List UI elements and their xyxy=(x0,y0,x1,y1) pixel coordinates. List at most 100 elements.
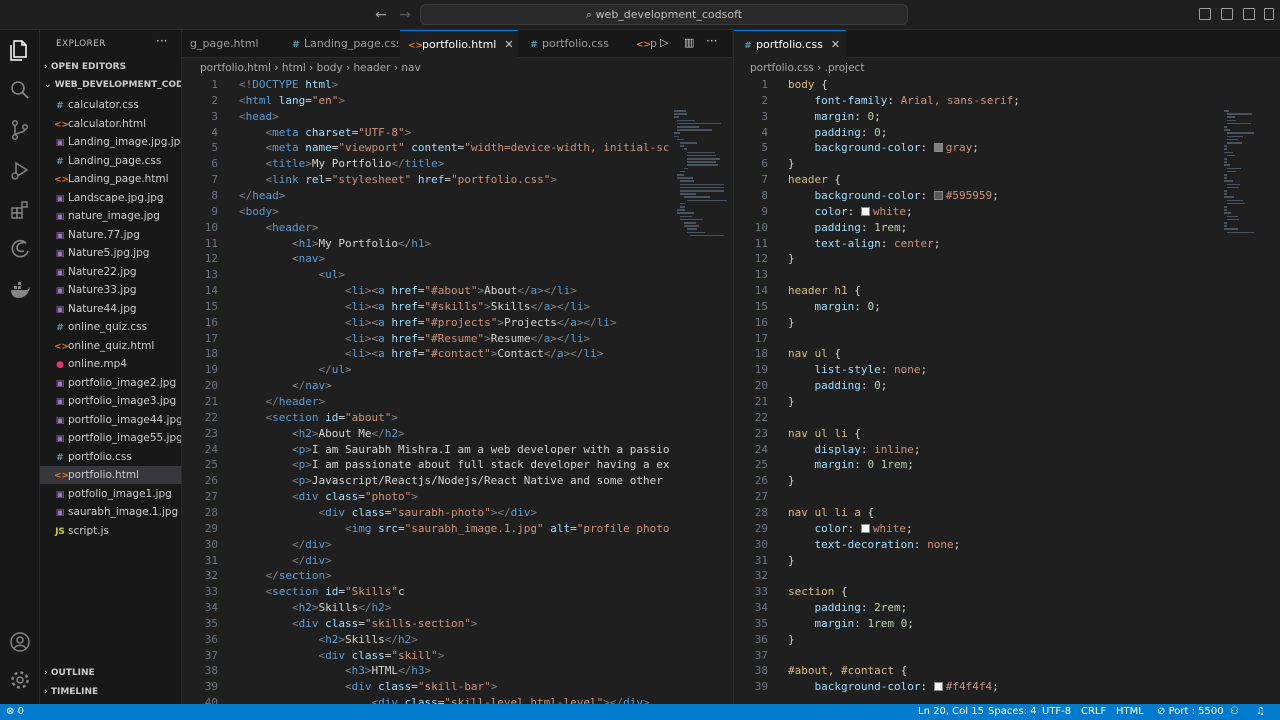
code-line: } xyxy=(788,553,795,567)
settings-gear-icon[interactable] xyxy=(8,668,32,692)
minimap[interactable] xyxy=(1220,77,1280,704)
breadcrumb-item[interactable]: html xyxy=(282,62,306,74)
notifications-bell-icon[interactable]: ♫ xyxy=(1256,704,1265,720)
breadcrumb-item[interactable]: body xyxy=(317,62,343,74)
file-item[interactable]: <>online_quiz.html xyxy=(40,337,181,355)
minimap[interactable] xyxy=(670,77,732,704)
file-item[interactable]: <>Landing_page.html xyxy=(40,170,181,188)
language-mode[interactable]: HTML xyxy=(1116,704,1144,720)
file-item[interactable]: ▣ Landing_image.jpg.jpg xyxy=(40,133,181,151)
minimap-line xyxy=(683,148,687,150)
back-arrow-icon[interactable]: ← xyxy=(372,6,390,24)
docker-icon[interactable] xyxy=(8,278,32,302)
file-item[interactable]: # calculator.css xyxy=(40,96,181,114)
file-item[interactable]: <>calculator.html xyxy=(40,115,181,133)
toggle-secondary-sidebar-icon[interactable] xyxy=(1243,8,1255,20)
accounts-icon[interactable] xyxy=(8,630,32,654)
file-item[interactable]: JS script.js xyxy=(40,522,181,540)
explorer-icon[interactable] xyxy=(8,38,32,62)
file-item[interactable]: # online_quiz.css xyxy=(40,318,181,336)
toggle-panel-icon[interactable] xyxy=(1221,8,1233,20)
line-ending[interactable]: CRLF xyxy=(1081,704,1106,720)
timeline-section[interactable]: › TIMELINE xyxy=(44,687,98,697)
file-item[interactable]: ▣ Nature.77.jpg xyxy=(40,226,181,244)
code-line: #about, #contact { xyxy=(788,664,908,678)
color-swatch[interactable] xyxy=(933,190,943,200)
file-item[interactable]: ▣ portfolio_image3.jpg xyxy=(40,392,181,410)
breadcrumb-item[interactable]: portfolio.css xyxy=(750,62,814,74)
customize-layout-icon[interactable] xyxy=(1264,8,1274,20)
color-swatch[interactable] xyxy=(933,143,943,153)
file-item[interactable]: ▣ Nature44.jpg xyxy=(40,300,181,318)
copilot-icon[interactable]: ⚇ xyxy=(1230,704,1239,720)
minimap-line xyxy=(680,193,696,195)
code-line: <h3>HTML</h3> xyxy=(344,664,432,678)
file-item[interactable]: # Landing_page.css xyxy=(40,152,181,170)
indentation[interactable]: Spaces: 4 xyxy=(988,704,1037,720)
file-item[interactable]: ▣ potfolio_image1.jpg xyxy=(40,485,181,503)
css-code-editor[interactable]: 1 body {2 font-family: Arial, sans-serif;… xyxy=(734,77,1214,704)
file-item[interactable]: ▣ Nature5.jpg.jpg xyxy=(40,244,181,262)
open-editors-section[interactable]: › OPEN EDITORS xyxy=(44,62,126,72)
line-number: 12 xyxy=(204,252,218,266)
breadcrumb-item[interactable]: nav xyxy=(401,62,420,74)
editor-tab[interactable]: <>portfolio.html ✕ xyxy=(400,30,518,58)
file-item[interactable]: ▣ portfolio_image44.jpg xyxy=(40,411,181,429)
color-swatch[interactable] xyxy=(860,206,870,216)
file-name: portfolio.html xyxy=(68,469,139,481)
forward-arrow-icon[interactable]: → xyxy=(396,6,414,24)
minimap-line xyxy=(680,170,686,173)
encoding[interactable]: UTF-8 xyxy=(1042,704,1071,720)
file-name: Nature.77.jpg xyxy=(68,228,140,241)
more-actions-icon[interactable]: ··· xyxy=(706,34,717,48)
file-item[interactable]: ▣ saurabh_image.1.jpg xyxy=(40,503,181,521)
live-server-port[interactable]: ⊘ Port : 5500 xyxy=(1157,704,1224,720)
file-item[interactable]: ▣ portfolio_image2.jpg xyxy=(40,374,181,392)
command-center-search[interactable]: ⌕ web_development_codsoft xyxy=(420,4,908,25)
search-icon[interactable] xyxy=(8,78,32,102)
workspace-folder[interactable]: ⌄ WEB_DEVELOPMENT_COD... xyxy=(44,80,181,90)
code-line: padding: 0; xyxy=(814,125,888,139)
file-item[interactable]: ▣ portfolio_image55.jpg xyxy=(40,429,181,447)
minimap-line xyxy=(1227,135,1244,138)
editor-tab[interactable]: g_page.html xyxy=(182,30,280,58)
toggle-sidebar-icon[interactable] xyxy=(1199,8,1211,20)
breadcrumb-item[interactable]: portfolio.html xyxy=(200,62,271,74)
file-item[interactable]: ▣ Landscape.jpg.jpg xyxy=(40,189,181,207)
breadcrumb-item[interactable]: header xyxy=(354,62,391,74)
line-number: 14 xyxy=(754,284,768,298)
breadcrumb-item[interactable]: .project xyxy=(825,62,865,74)
line-number: 33 xyxy=(754,585,768,599)
cursor-position[interactable]: Ln 20, Col 15 xyxy=(918,704,984,720)
color-swatch[interactable] xyxy=(860,523,870,533)
outline-section[interactable]: › OUTLINE xyxy=(44,668,95,678)
problems-indicator[interactable]: ⊗ 0 xyxy=(6,704,24,720)
html-code-editor[interactable]: 1 <!DOCTYPE html> 2 <html lang="en"> 3 <head>… xyxy=(182,77,670,704)
file-item[interactable]: <>portfolio.html xyxy=(40,466,181,484)
file-item[interactable]: # portfolio.css xyxy=(40,448,181,466)
tab-portfolio-css[interactable]: # portfolio.css ✕ xyxy=(734,30,846,58)
line-number: 17 xyxy=(204,331,218,345)
edge-devtools-icon[interactable] xyxy=(8,238,32,262)
editor-tab[interactable]: <>p xyxy=(628,30,658,58)
code-line: body { xyxy=(788,78,828,91)
color-swatch[interactable] xyxy=(933,682,943,692)
editor-tab[interactable]: # Landing_page.css xyxy=(282,30,398,58)
extensions-icon[interactable] xyxy=(8,198,32,222)
more-actions-icon[interactable]: ··· xyxy=(156,34,167,48)
editor-tab[interactable]: # portfolio.css xyxy=(520,30,626,58)
minimap-line xyxy=(680,206,686,208)
close-icon[interactable]: ✕ xyxy=(831,38,840,51)
file-item[interactable]: ▣ Nature22.jpg xyxy=(40,263,181,281)
run-debug-icon[interactable] xyxy=(8,158,32,182)
file-item[interactable]: ● online.mp4 xyxy=(40,355,181,373)
split-editor-icon[interactable]: ▥ xyxy=(684,36,694,49)
minimap-line xyxy=(1224,174,1227,176)
close-icon[interactable]: ✕ xyxy=(504,38,513,51)
source-control-icon[interactable] xyxy=(8,118,32,142)
file-item[interactable]: ▣ nature_image.jpg xyxy=(40,207,181,225)
run-icon[interactable]: ▷ xyxy=(660,36,668,49)
file-item[interactable]: ▣ Nature33.jpg xyxy=(40,281,181,299)
line-number: 9 xyxy=(761,204,768,218)
minimap-line xyxy=(1227,202,1245,205)
